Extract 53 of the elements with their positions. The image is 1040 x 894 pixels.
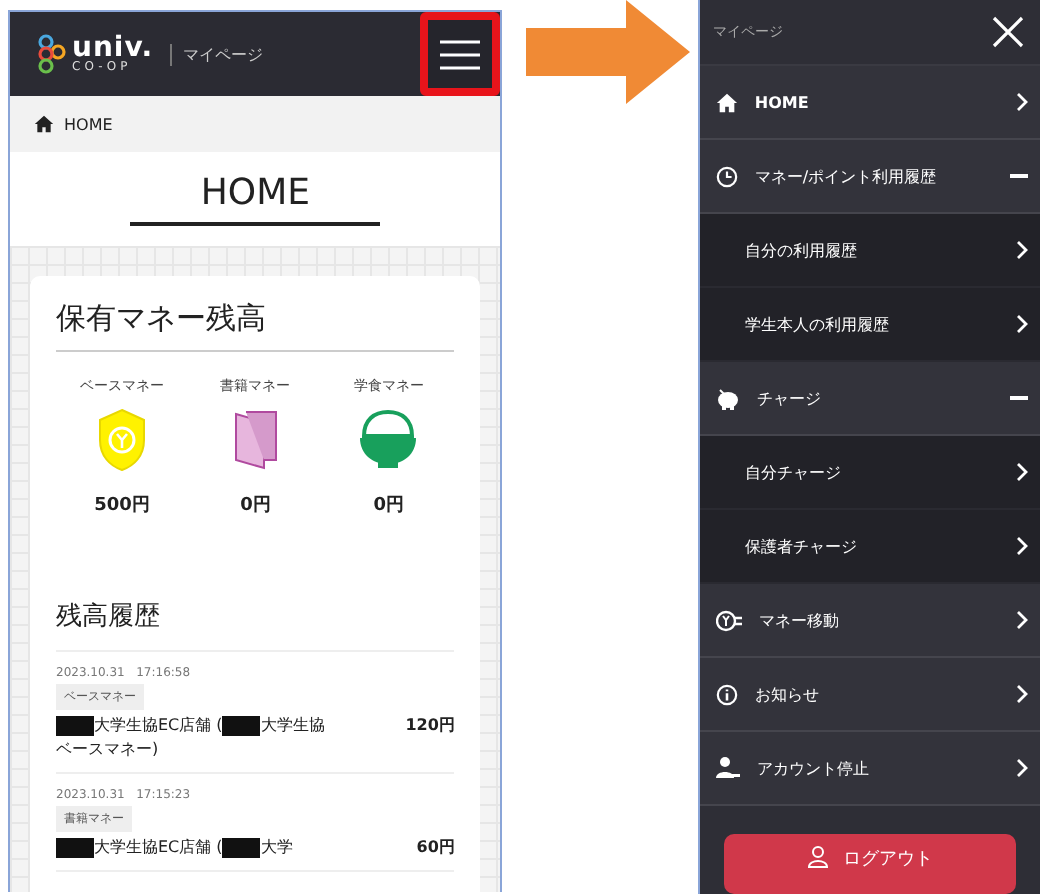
- right-arrow-icon: [526, 0, 691, 104]
- menu-item[interactable]: マネー移動: [700, 584, 1040, 658]
- submenu-item[interactable]: 自分の利用履歴: [700, 214, 1040, 288]
- piggy-bank-icon: [716, 387, 741, 409]
- balance-amount: 0円: [373, 493, 405, 518]
- redaction-block: [222, 837, 261, 858]
- chevron-right-icon: [1016, 92, 1028, 112]
- submenu-item[interactable]: 保護者チャージ: [700, 510, 1040, 584]
- entry-amount: 60円: [416, 836, 455, 858]
- chevron-right-icon: [1016, 314, 1028, 334]
- rings-logo-icon: [38, 34, 66, 74]
- chevron-right-icon: [1016, 684, 1028, 704]
- logout-button[interactable]: ログアウト: [724, 834, 1016, 894]
- entry-amount: 120円: [405, 714, 455, 736]
- home-icon: [716, 91, 739, 113]
- home-icon: [34, 114, 54, 134]
- entry-description: 大学生協EC店舗 ( 大学: [56, 836, 336, 860]
- page-label: マイページ: [169, 43, 264, 65]
- chevron-right-icon: [1016, 758, 1028, 778]
- close-icon: [988, 12, 1028, 52]
- menu-item[interactable]: アカウント停止: [700, 732, 1040, 806]
- balance-amount: 0円: [240, 493, 271, 518]
- chevron-right-icon: [1016, 240, 1028, 260]
- menu-button[interactable]: [420, 12, 501, 96]
- shield-coin-icon: [96, 408, 148, 472]
- card-title: 保有マネー残高: [56, 300, 455, 352]
- info-icon: [716, 683, 739, 705]
- breadcrumb-link[interactable]: HOME: [64, 115, 113, 133]
- rice-bowl-icon: [356, 408, 421, 472]
- menu-item[interactable]: HOME: [700, 66, 1040, 140]
- chevron-right-icon: [1016, 536, 1028, 556]
- chevron-right-icon: [1016, 462, 1028, 482]
- menu-icon: [440, 39, 481, 69]
- redaction-block: [56, 837, 94, 858]
- chevron-right-icon: [1016, 610, 1028, 630]
- history-title: 残高履歴: [56, 598, 455, 652]
- menu-item[interactable]: お知らせ: [700, 658, 1040, 732]
- entry-description: 大学生協EC店舗 ( 大学生協ベースマネー): [56, 714, 327, 762]
- menu-item[interactable]: チャージ: [700, 362, 1040, 436]
- submenu-item[interactable]: 学生本人の利用履歴: [700, 288, 1040, 362]
- close-button[interactable]: [988, 12, 1028, 52]
- book-icon: [229, 408, 282, 472]
- clock-icon: [716, 165, 739, 187]
- user-remove-icon: [716, 756, 741, 780]
- menu-item[interactable]: マネー/ポイント利用履歴: [700, 140, 1040, 214]
- page-title: HOME: [130, 172, 381, 226]
- user-icon: [807, 846, 828, 868]
- redaction-block: [56, 715, 94, 736]
- redaction-block: [222, 715, 261, 736]
- logo-text: univ.: [72, 34, 154, 62]
- submenu-item[interactable]: 自分チャージ: [700, 436, 1040, 510]
- money-transfer-icon: [716, 609, 743, 631]
- balance-amount: 500円: [94, 493, 150, 518]
